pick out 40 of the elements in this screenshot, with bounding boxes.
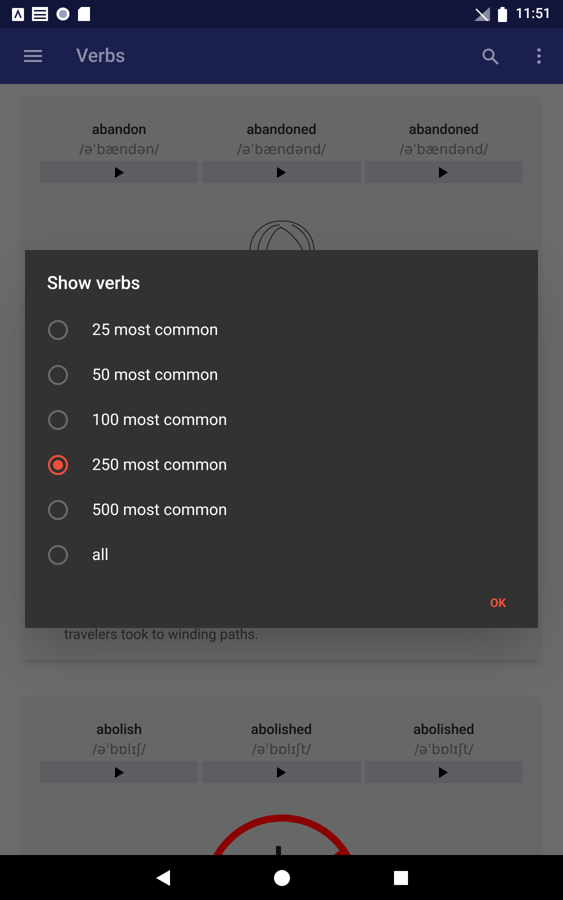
app-title: Verbs: [76, 42, 126, 69]
recents-icon[interactable]: [394, 870, 408, 884]
play-icon: [276, 166, 286, 178]
verb-form: abandoned: [408, 121, 479, 140]
home-icon[interactable]: [274, 870, 290, 886]
play-icon: [114, 766, 124, 778]
play-icon: [114, 166, 124, 178]
radio-option[interactable]: 250 most common: [25, 442, 538, 487]
search-icon[interactable]: [482, 48, 499, 64]
radio-button[interactable]: [48, 454, 68, 474]
app-notification-icon: [12, 8, 24, 20]
verb-form: abandoned: [246, 121, 316, 140]
circle-notification-icon: [56, 7, 70, 21]
back-icon[interactable]: [156, 870, 170, 886]
play-icon: [276, 766, 286, 778]
ok-button[interactable]: OK: [488, 594, 508, 612]
radio-button[interactable]: [48, 364, 68, 384]
more-options-icon[interactable]: [537, 48, 541, 64]
radio-button[interactable]: [48, 320, 68, 340]
radio-button[interactable]: [48, 544, 68, 564]
radio-option[interactable]: 100 most common: [25, 397, 538, 442]
verb-form: abolished: [251, 721, 312, 740]
radio-button[interactable]: [48, 410, 68, 430]
radio-option[interactable]: 500 most common: [25, 487, 538, 532]
news-notification-icon: [32, 7, 48, 21]
menu-icon[interactable]: [24, 50, 42, 62]
radio-option[interactable]: 25 most common: [25, 307, 538, 352]
play-icon: [439, 166, 448, 178]
verb-form: abandon: [92, 121, 146, 140]
sd-card-icon: [78, 7, 90, 21]
radio-button[interactable]: [48, 500, 68, 520]
radio-option[interactable]: 50 most common: [25, 352, 538, 397]
verb-form: abolished: [413, 721, 474, 740]
verb-form: abolish: [96, 721, 142, 740]
signal-icon: [474, 7, 490, 21]
dialog-title: Show verbs: [47, 272, 142, 296]
battery-icon: [498, 6, 508, 22]
clock-time: 11:51: [515, 4, 551, 24]
play-icon: [439, 766, 448, 778]
radio-option[interactable]: all: [25, 532, 538, 577]
